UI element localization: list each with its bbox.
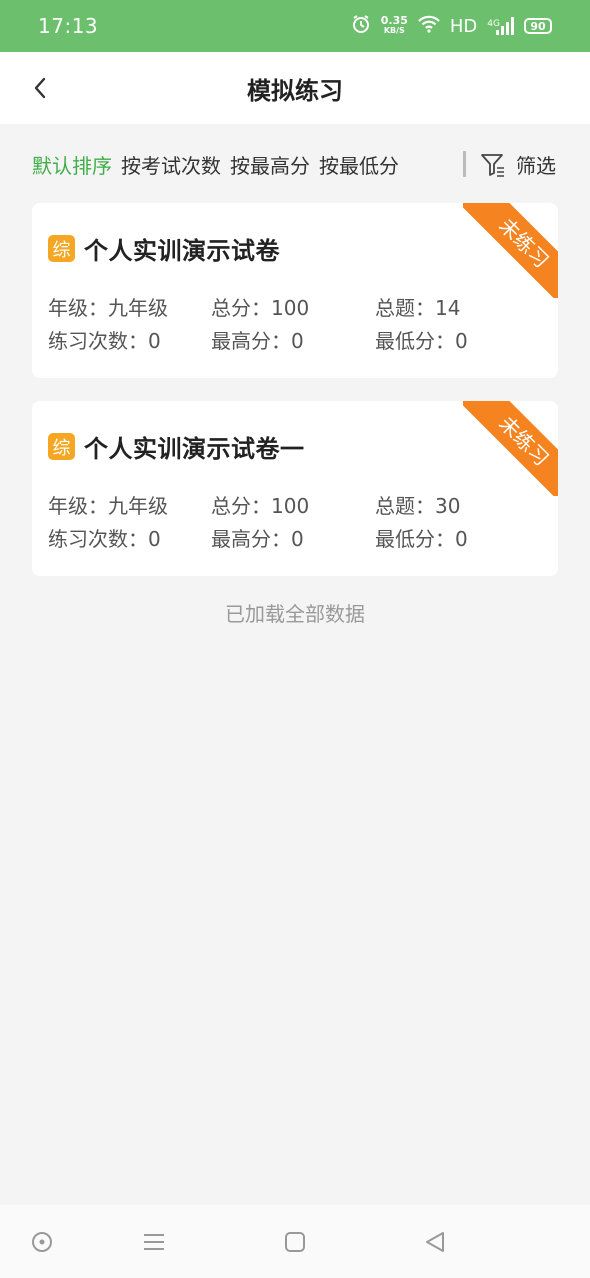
filter-label: 筛选 [516,154,556,178]
paper-type-badge: 综 [48,433,75,460]
sort-bar: 默认排序 按考试次数 按最高分 按最低分 筛选 [0,124,590,204]
net-speed-value: 0.35 [380,14,408,27]
sort-default[interactable]: 默认排序 [32,150,112,179]
battery-icon: 90 [524,18,552,34]
status-ribbon: 未练习 [463,401,558,496]
menu-icon [144,1234,164,1250]
sort-by-max-score[interactable]: 按最高分 [230,150,310,179]
hd-label: HD [449,15,478,37]
assistant-button[interactable] [27,1227,57,1257]
status-ribbon: 未练习 [463,203,558,298]
back-system-button[interactable] [420,1227,450,1257]
circle-dot-icon [32,1232,52,1252]
paper-min-score: 最低分：0 [375,329,468,353]
filter-button[interactable]: 筛选 [480,150,556,179]
sort-by-exam-count[interactable]: 按考试次数 [121,150,221,179]
sort-by-min-score[interactable]: 按最低分 [319,150,399,179]
paper-type-badge: 综 [48,235,75,262]
paper-min-score: 最低分：0 [375,527,468,551]
wifi-icon [418,15,440,38]
nav-bar: 模拟练习 [0,52,590,124]
paper-title: 个人实训演示试卷 [84,237,280,265]
paper-card[interactable]: 综 个人实训演示试卷 年级：九年级 总分：100 总题：14 练习次数：0 最高… [32,203,558,378]
status-ribbon-label: 未练习 [463,401,558,496]
paper-practice-count: 练习次数：0 [48,329,161,353]
net-speed-unit: KB/S [383,26,405,35]
status-bar: 17:13 0.35 KB/S HD 4G 90 [0,0,590,52]
paper-title-row: 综 个人实训演示试卷 [48,231,280,266]
status-ribbon-label: 未练习 [463,203,558,298]
triangle-back-icon [426,1232,444,1252]
sort-divider [463,151,466,177]
all-loaded-text: 已加载全部数据 [225,602,365,626]
paper-title: 个人实训演示试卷一 [84,435,305,463]
back-button[interactable] [22,70,58,106]
chevron-left-icon [34,77,46,99]
paper-card[interactable]: 综 个人实训演示试卷一 年级：九年级 总分：100 总题：30 练习次数：0 最… [32,401,558,576]
paper-total-score: 总分：100 [211,494,310,518]
menu-button[interactable] [139,1227,169,1257]
alarm-icon [351,14,371,39]
paper-grade: 年级：九年级 [48,296,168,320]
paper-practice-count: 练习次数：0 [48,527,161,551]
paper-title-row: 综 个人实训演示试卷一 [48,429,305,464]
square-icon [285,1232,305,1252]
paper-total-questions: 总题：30 [375,494,461,518]
filter-funnel-icon [481,153,504,177]
paper-max-score: 最高分：0 [211,329,304,353]
paper-max-score: 最高分：0 [211,527,304,551]
page-title: 模拟练习 [247,76,343,105]
status-icons: 0.35 KB/S HD 4G 90 [351,14,552,39]
network-type: 4G [487,19,500,29]
home-button[interactable] [280,1227,310,1257]
paper-grade: 年级：九年级 [48,494,168,518]
paper-total-questions: 总题：14 [375,296,461,320]
system-nav-bar [0,1205,590,1278]
status-time: 17:13 [38,14,99,38]
paper-total-score: 总分：100 [211,296,310,320]
net-speed: 0.35 KB/S [380,14,408,36]
